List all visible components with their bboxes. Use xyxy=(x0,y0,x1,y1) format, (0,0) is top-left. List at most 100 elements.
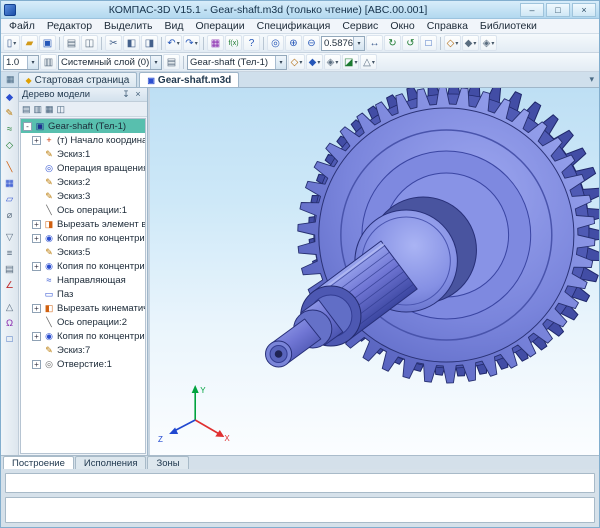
panel-sheet-metal-icon[interactable]: ▱ xyxy=(2,192,18,207)
simplify-icon[interactable]: △▾ xyxy=(360,54,377,70)
gear-shaft-model[interactable] xyxy=(266,88,599,383)
chevron-down-icon[interactable]: ▾ xyxy=(353,37,364,50)
tree-expander-icon[interactable]: + xyxy=(32,220,41,229)
tab-zones[interactable]: Зоны xyxy=(147,456,188,469)
menu-help[interactable]: Справка xyxy=(421,20,474,32)
chevron-down-icon[interactable]: ▾ xyxy=(299,59,302,66)
menu-editor[interactable]: Редактор xyxy=(41,20,98,32)
tree-expander-icon[interactable]: + xyxy=(32,304,41,313)
panel-reports-icon[interactable]: ▤ xyxy=(2,262,18,277)
panel-conditional-icon[interactable]: △ xyxy=(2,300,18,315)
panel-edit-part-icon[interactable]: ◆ xyxy=(2,90,18,105)
chevron-down-icon[interactable]: ▾ xyxy=(317,59,320,66)
current-layer-combo[interactable]: Системный слой (0)▾ xyxy=(58,55,162,70)
panel-curves-icon[interactable]: ≈ xyxy=(2,122,18,137)
tree-item-axis-operation-2[interactable]: ╲Ось операции:2 xyxy=(21,315,145,329)
panel-grid-icon[interactable]: ▦ xyxy=(3,74,18,85)
zoom-scale-combo[interactable]: 0.5876▾ xyxy=(321,36,365,51)
tree-item-gear-shaft-body[interactable]: -▣Gear-shaft (Тел-1) xyxy=(21,119,145,133)
panel-apps-icon[interactable]: □ xyxy=(2,332,18,347)
current-body-combo[interactable]: Gear-shaft (Тел-1)▾ xyxy=(187,55,287,70)
minimize-button[interactable]: – xyxy=(520,3,544,17)
tree-expander-icon[interactable]: + xyxy=(32,360,41,369)
chevron-down-icon[interactable]: ▾ xyxy=(13,40,16,47)
chevron-down-icon[interactable]: ▾ xyxy=(195,40,198,47)
auto-hide-pin-icon[interactable]: ↧ xyxy=(120,89,132,100)
panel-sketch-icon[interactable]: ✎ xyxy=(2,106,18,121)
tree-item-kinematic-cut[interactable]: +◧Вырезать кинематич xyxy=(21,301,145,315)
menu-specification[interactable]: Спецификация xyxy=(251,20,337,32)
pan-icon[interactable]: ↔ xyxy=(366,35,383,51)
model-orientation-icon[interactable]: ◇▾ xyxy=(288,54,305,70)
shading-mode-icon[interactable]: ◆▾ xyxy=(306,54,323,70)
close-button[interactable]: × xyxy=(572,3,596,17)
tree-expander-icon[interactable]: + xyxy=(32,332,41,341)
tree-structure-icon[interactable]: ▤ xyxy=(22,104,31,115)
tree-item-sketch-5[interactable]: ✎Эскиз:5 xyxy=(21,245,145,259)
section-view-icon[interactable]: ◪▾ xyxy=(342,54,359,70)
menu-view[interactable]: Вид xyxy=(158,20,189,32)
tree-item-cut-extrude[interactable]: +◨Вырезать элемент вы xyxy=(21,217,145,231)
panel-macros-icon[interactable]: Ω xyxy=(2,316,18,331)
chevron-down-icon[interactable]: ▾ xyxy=(491,40,494,47)
tree-expander-icon[interactable]: + xyxy=(32,136,41,145)
menu-service[interactable]: Сервис xyxy=(336,20,384,32)
maximize-button[interactable]: □ xyxy=(546,3,570,17)
copy-icon[interactable]: ◧ xyxy=(123,35,140,51)
tab-construction[interactable]: Построение xyxy=(3,456,74,469)
viewport-canvas[interactable]: Y X Z xyxy=(150,88,599,455)
print-preview-icon[interactable]: ◫ xyxy=(81,35,98,51)
zoom-in-icon[interactable]: ⊕ xyxy=(285,35,302,51)
app-icon[interactable] xyxy=(4,4,16,16)
rotate-view-icon[interactable]: ↻ xyxy=(384,35,401,51)
chevron-down-icon[interactable]: ▾ xyxy=(150,56,161,69)
tab-gear-shaft[interactable]: ▣Gear-shaft.m3d xyxy=(139,72,239,87)
menu-window[interactable]: Окно xyxy=(384,20,420,32)
chevron-down-icon[interactable]: ▾ xyxy=(473,40,476,47)
panel-design-elements-icon[interactable]: ∠ xyxy=(2,278,18,293)
panel-measure-icon[interactable]: ⌀ xyxy=(2,208,18,223)
layer-settings-icon[interactable]: ▤ xyxy=(163,54,180,70)
tree-item-sketch-7[interactable]: ✎Эскиз:7 xyxy=(21,343,145,357)
tree-params-icon[interactable]: ◫ xyxy=(57,104,66,115)
tab-start-page[interactable]: ◆Стартовая страница xyxy=(18,72,138,87)
display-mode-icon[interactable]: ◆▾ xyxy=(462,35,479,51)
chevron-down-icon[interactable]: ▾ xyxy=(177,40,180,47)
zoom-window-icon[interactable]: ◎ xyxy=(267,35,284,51)
layers-icon[interactable]: ▥ xyxy=(40,54,57,70)
context-help-icon[interactable]: ? xyxy=(243,35,260,51)
library-manager-icon[interactable]: ▦ xyxy=(207,35,224,51)
menu-select[interactable]: Выделить xyxy=(98,20,158,32)
tree-composition-icon[interactable]: ▥ xyxy=(34,104,43,115)
chevron-down-icon[interactable]: ▾ xyxy=(354,59,357,66)
tree-item-hole[interactable]: +◎Отверстие:1 xyxy=(21,357,145,371)
chevron-down-icon[interactable]: ▾ xyxy=(27,56,38,69)
tree-item-origin[interactable]: ++(т) Начало координат xyxy=(21,133,145,147)
new-document-icon[interactable]: ▯▾ xyxy=(3,35,20,51)
tree-item-sketch-1[interactable]: ✎Эскиз:1 xyxy=(21,147,145,161)
tree-relations-icon[interactable]: ▦ xyxy=(45,104,54,115)
chevron-down-icon[interactable]: ▾ xyxy=(275,56,286,69)
undo-icon[interactable]: ↶▾ xyxy=(165,35,182,51)
open-icon[interactable]: ▰ xyxy=(21,35,38,51)
refresh-view-icon[interactable]: ↺ xyxy=(402,35,419,51)
panel-auxiliary-geometry-icon[interactable]: ╲ xyxy=(2,160,18,175)
tree-item-guide[interactable]: ≈Направляющая xyxy=(21,273,145,287)
cut-icon[interactable]: ✂ xyxy=(105,35,122,51)
tree-expander-icon[interactable]: + xyxy=(32,262,41,271)
panel-surfaces-icon[interactable]: ◇ xyxy=(2,138,18,153)
tree-item-sketch-3[interactable]: ✎Эскиз:3 xyxy=(21,189,145,203)
close-icon[interactable]: × xyxy=(132,89,144,100)
panel-arrays-icon[interactable]: ▦ xyxy=(2,176,18,191)
variables-icon[interactable]: f(x) xyxy=(225,35,242,51)
tree-item-axis-operation-1[interactable]: ╲Ось операции:1 xyxy=(21,203,145,217)
tree-expander-icon[interactable]: - xyxy=(23,122,32,131)
tree-item-revolve-operation[interactable]: ◎Операция вращения:1 xyxy=(21,161,145,175)
tree-item-concentric-copy-2[interactable]: +◉Копия по концентрич xyxy=(21,259,145,273)
paste-icon[interactable]: ◨ xyxy=(141,35,158,51)
perspective-icon[interactable]: ◈▾ xyxy=(324,54,341,70)
orientation-icon[interactable]: ◇▾ xyxy=(444,35,461,51)
show-all-icon[interactable]: □ xyxy=(420,35,437,51)
cursor-step-combo[interactable]: 1.0▾ xyxy=(3,55,39,70)
viewport-3d[interactable]: Y X Z xyxy=(150,88,599,455)
